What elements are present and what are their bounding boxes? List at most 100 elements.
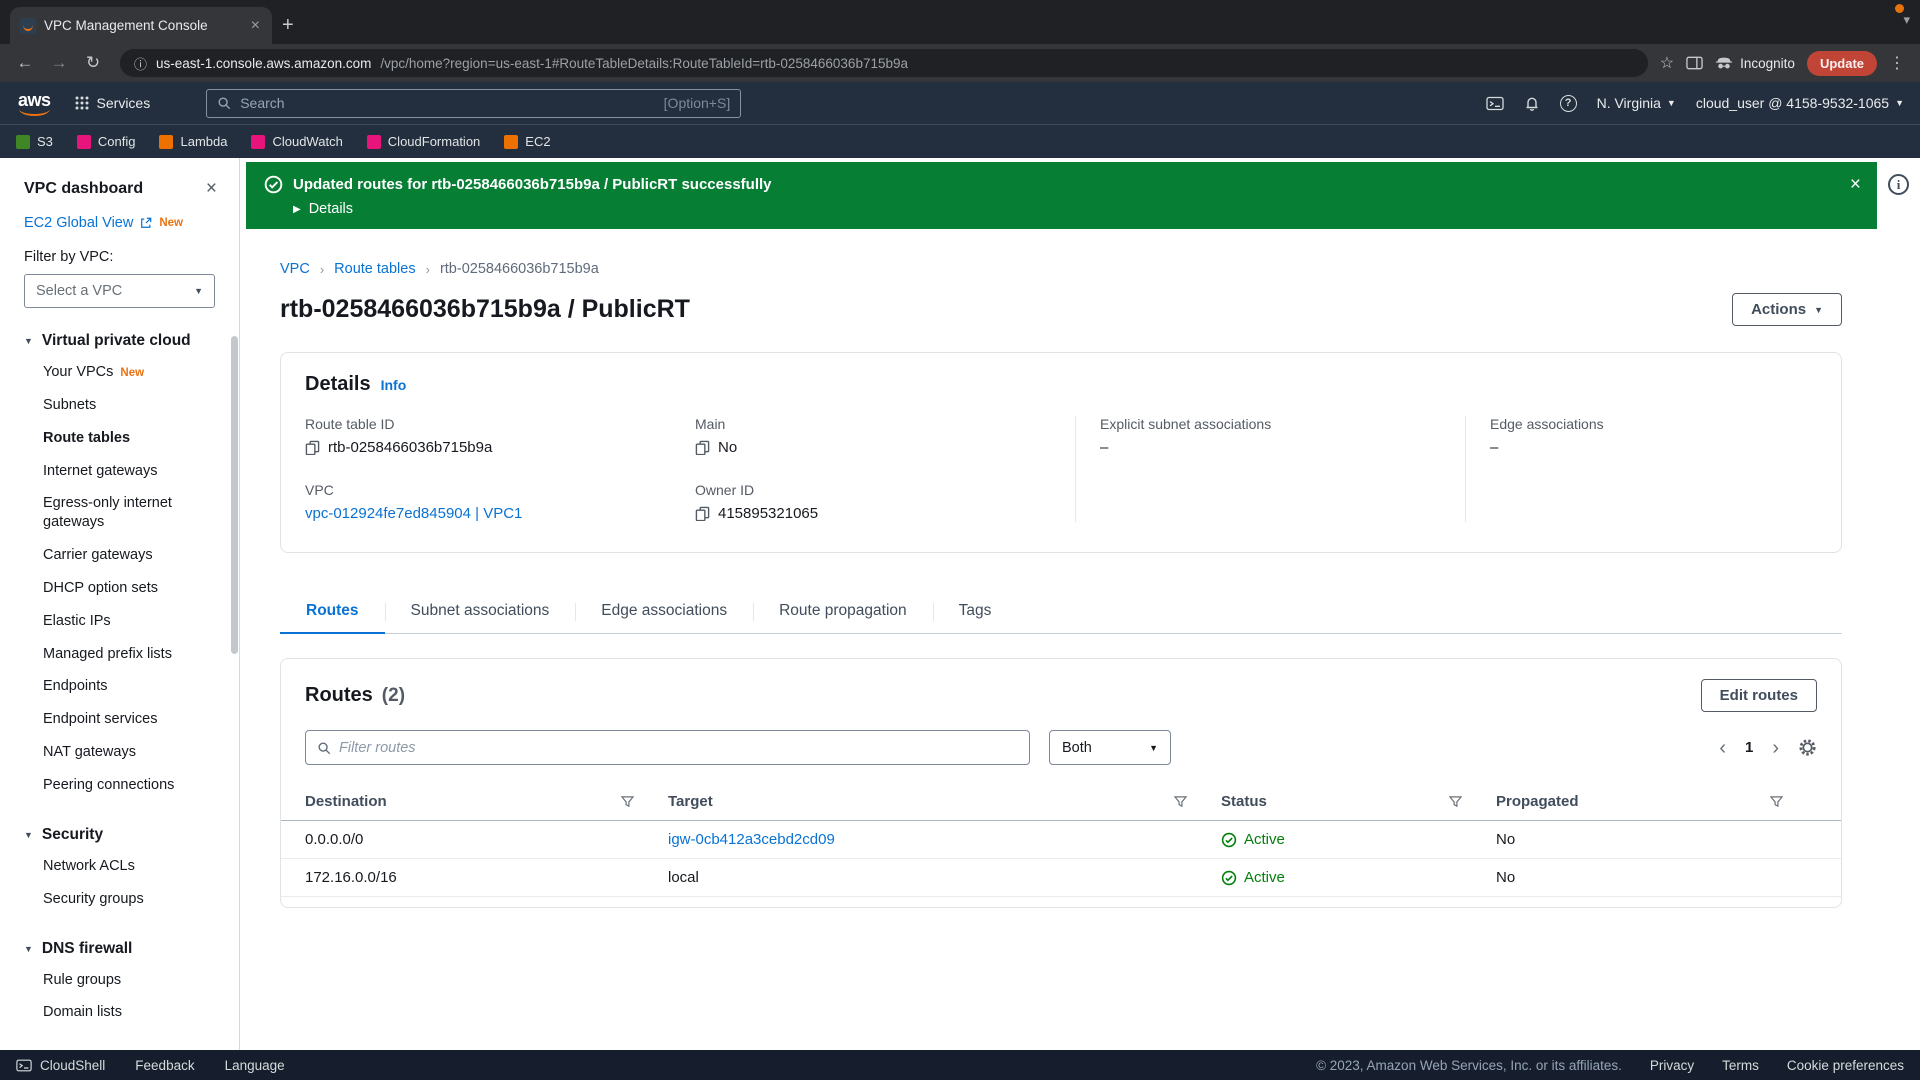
sidebar-title[interactable]: VPC dashboard	[24, 180, 143, 198]
copy-icon[interactable]	[305, 440, 320, 455]
column-header-status[interactable]: Status	[1221, 783, 1496, 820]
sidebar-item-endpoint-services[interactable]: Endpoint services	[24, 703, 215, 736]
sidebar-item-endpoints[interactable]: Endpoints	[24, 670, 215, 703]
copy-icon[interactable]	[695, 506, 710, 521]
copy-icon[interactable]	[695, 440, 710, 455]
site-info-icon[interactable]: ⓘ	[134, 54, 147, 73]
previous-page-icon[interactable]: ‹	[1719, 738, 1726, 758]
cloudshell-icon[interactable]	[1486, 96, 1504, 111]
sidebar-item-internet-gateways[interactable]: Internet gateways	[24, 455, 215, 488]
aws-logo[interactable]: aws	[16, 90, 55, 117]
breadcrumb-route-tables[interactable]: Route tables	[334, 261, 415, 277]
igw-target-link[interactable]: igw-0cb412a3cebd2cd09	[668, 831, 835, 848]
sidebar-item-subnets[interactable]: Subnets	[24, 389, 215, 422]
flash-close-icon[interactable]: ×	[1850, 174, 1861, 196]
sidebar-item-egress-only-internet-gateways[interactable]: Egress-only internet gateways	[24, 487, 215, 539]
tab-route-propagation[interactable]: Route propagation	[753, 591, 933, 633]
routes-filter-input[interactable]	[339, 740, 1018, 756]
back-button[interactable]: ←	[10, 53, 40, 73]
sidebar-item-domain-lists[interactable]: Domain lists	[24, 996, 215, 1029]
footer-cookie-preferences-link[interactable]: Cookie preferences	[1787, 1058, 1904, 1073]
help-icon[interactable]: ?	[1560, 95, 1577, 112]
favorite-lambda[interactable]: Lambda	[159, 134, 227, 149]
sidebar-section-virtual-private-cloud[interactable]: ▼ Virtual private cloud	[24, 332, 215, 350]
notifications-bell-icon[interactable]	[1524, 95, 1540, 112]
new-tab-button[interactable]: +	[282, 14, 294, 37]
address-bar[interactable]: ⓘ us-east-1.console.aws.amazon.com/vpc/h…	[120, 49, 1648, 77]
details-info-link[interactable]: Info	[381, 377, 407, 393]
sidebar-item-carrier-gateways[interactable]: Carrier gateways	[24, 539, 215, 572]
sidebar-item-your-vpcs[interactable]: Your VPCsNew	[24, 356, 215, 389]
tab-routes[interactable]: Routes	[280, 591, 385, 634]
account-menu[interactable]: cloud_user @ 4158-9532-1065 ▼	[1696, 95, 1904, 111]
browser-tab[interactable]: VPC Management Console ×	[10, 7, 272, 44]
side-panel-icon[interactable]	[1686, 56, 1703, 70]
vpc-filter-select[interactable]: Select a VPC ▼	[24, 274, 215, 308]
sidebar-item-route-tables[interactable]: Route tables	[24, 422, 215, 455]
tab-tags[interactable]: Tags	[933, 591, 1018, 633]
footer-privacy-link[interactable]: Privacy	[1650, 1058, 1694, 1073]
footer-language-link[interactable]: Language	[225, 1058, 285, 1073]
favorite-cloudwatch[interactable]: CloudWatch	[251, 134, 342, 149]
column-header-propagated[interactable]: Propagated	[1496, 783, 1817, 820]
filter-funnel-icon[interactable]	[1449, 795, 1462, 808]
actions-button[interactable]: Actions ▼	[1732, 293, 1842, 326]
sidebar-item-managed-prefix-lists[interactable]: Managed prefix lists	[24, 638, 215, 671]
favorite-cloudformation[interactable]: CloudFormation	[367, 134, 481, 149]
main-content: Updated routes for rtb-0258466036b715b9a…	[240, 158, 1920, 1050]
region-selector[interactable]: N. Virginia ▼	[1597, 95, 1676, 111]
favorite-s3[interactable]: S3	[16, 134, 53, 149]
lambda-service-icon	[159, 135, 173, 149]
flash-details-toggle[interactable]: ▶ Details	[293, 201, 1859, 217]
sidebar: VPC dashboard × EC2 Global View New Filt…	[0, 158, 240, 1050]
filter-funnel-icon[interactable]	[621, 795, 634, 808]
sidebar-item-network-acls[interactable]: Network ACLs	[24, 850, 215, 883]
breadcrumb-vpc[interactable]: VPC	[280, 261, 310, 277]
routes-filter-box	[305, 730, 1030, 765]
sidebar-item-ec2-global-view[interactable]: EC2 Global View New	[24, 215, 215, 231]
footer-terms-link[interactable]: Terms	[1722, 1058, 1759, 1073]
footer-feedback-link[interactable]: Feedback	[135, 1058, 194, 1073]
incognito-chip[interactable]: Incognito	[1715, 56, 1795, 71]
console-search-input[interactable]: Search [Option+S]	[206, 89, 741, 118]
refresh-button[interactable]: ↻	[78, 53, 108, 73]
tab-title: VPC Management Console	[44, 18, 241, 33]
vpc-link[interactable]: vpc-012924fe7ed845904 | VPC1	[305, 505, 522, 522]
next-page-icon[interactable]: ›	[1772, 738, 1779, 758]
sidebar-item-dhcp-option-sets[interactable]: DHCP option sets	[24, 572, 215, 605]
browser-menu-icon[interactable]: ⋮	[1889, 53, 1906, 73]
routes-filter-mode-select[interactable]: Both ▼	[1049, 730, 1171, 765]
success-check-icon	[264, 175, 283, 194]
sidebar-section-dns-firewall[interactable]: ▼ DNS firewall	[24, 940, 215, 958]
sidebar-item-peering-connections[interactable]: Peering connections	[24, 769, 215, 802]
favorite-ec2[interactable]: EC2	[504, 134, 550, 149]
chrome-update-button[interactable]: Update	[1807, 51, 1877, 76]
filter-funnel-icon[interactable]	[1770, 795, 1783, 808]
edit-routes-button[interactable]: Edit routes	[1701, 679, 1817, 712]
tab-close-icon[interactable]: ×	[249, 17, 262, 35]
favorite-config[interactable]: Config	[77, 134, 136, 149]
bookmark-star-icon[interactable]: ☆	[1660, 53, 1674, 73]
sidebar-section-security[interactable]: ▼ Security	[24, 826, 215, 844]
sidebar-item-security-groups[interactable]: Security groups	[24, 883, 215, 916]
tab-search-chevron-icon[interactable]: ▾	[1903, 12, 1910, 28]
forward-button[interactable]: →	[44, 53, 74, 73]
field-label: Owner ID	[695, 482, 1075, 498]
search-icon	[317, 741, 331, 755]
footer-cloudshell-button[interactable]: CloudShell	[16, 1058, 105, 1073]
sidebar-scrollbar[interactable]	[231, 336, 238, 654]
sidebar-item-elastic-ips[interactable]: Elastic IPs	[24, 605, 215, 638]
info-panel-toggle-icon[interactable]: i	[1888, 174, 1909, 195]
services-menu-button[interactable]: Services	[71, 91, 155, 115]
column-header-target[interactable]: Target	[668, 783, 1221, 820]
sidebar-close-icon[interactable]: ×	[206, 178, 217, 200]
filter-funnel-icon[interactable]	[1174, 795, 1187, 808]
column-header-destination[interactable]: Destination	[305, 783, 668, 820]
section-collapse-icon: ▼	[24, 944, 33, 954]
table-settings-gear-icon[interactable]	[1798, 738, 1817, 757]
tab-edge-associations[interactable]: Edge associations	[575, 591, 753, 633]
sidebar-item-rule-groups[interactable]: Rule groups	[24, 964, 215, 997]
tab-subnet-associations[interactable]: Subnet associations	[385, 591, 576, 633]
current-page-number[interactable]: 1	[1745, 739, 1753, 756]
sidebar-item-nat-gateways[interactable]: NAT gateways	[24, 736, 215, 769]
